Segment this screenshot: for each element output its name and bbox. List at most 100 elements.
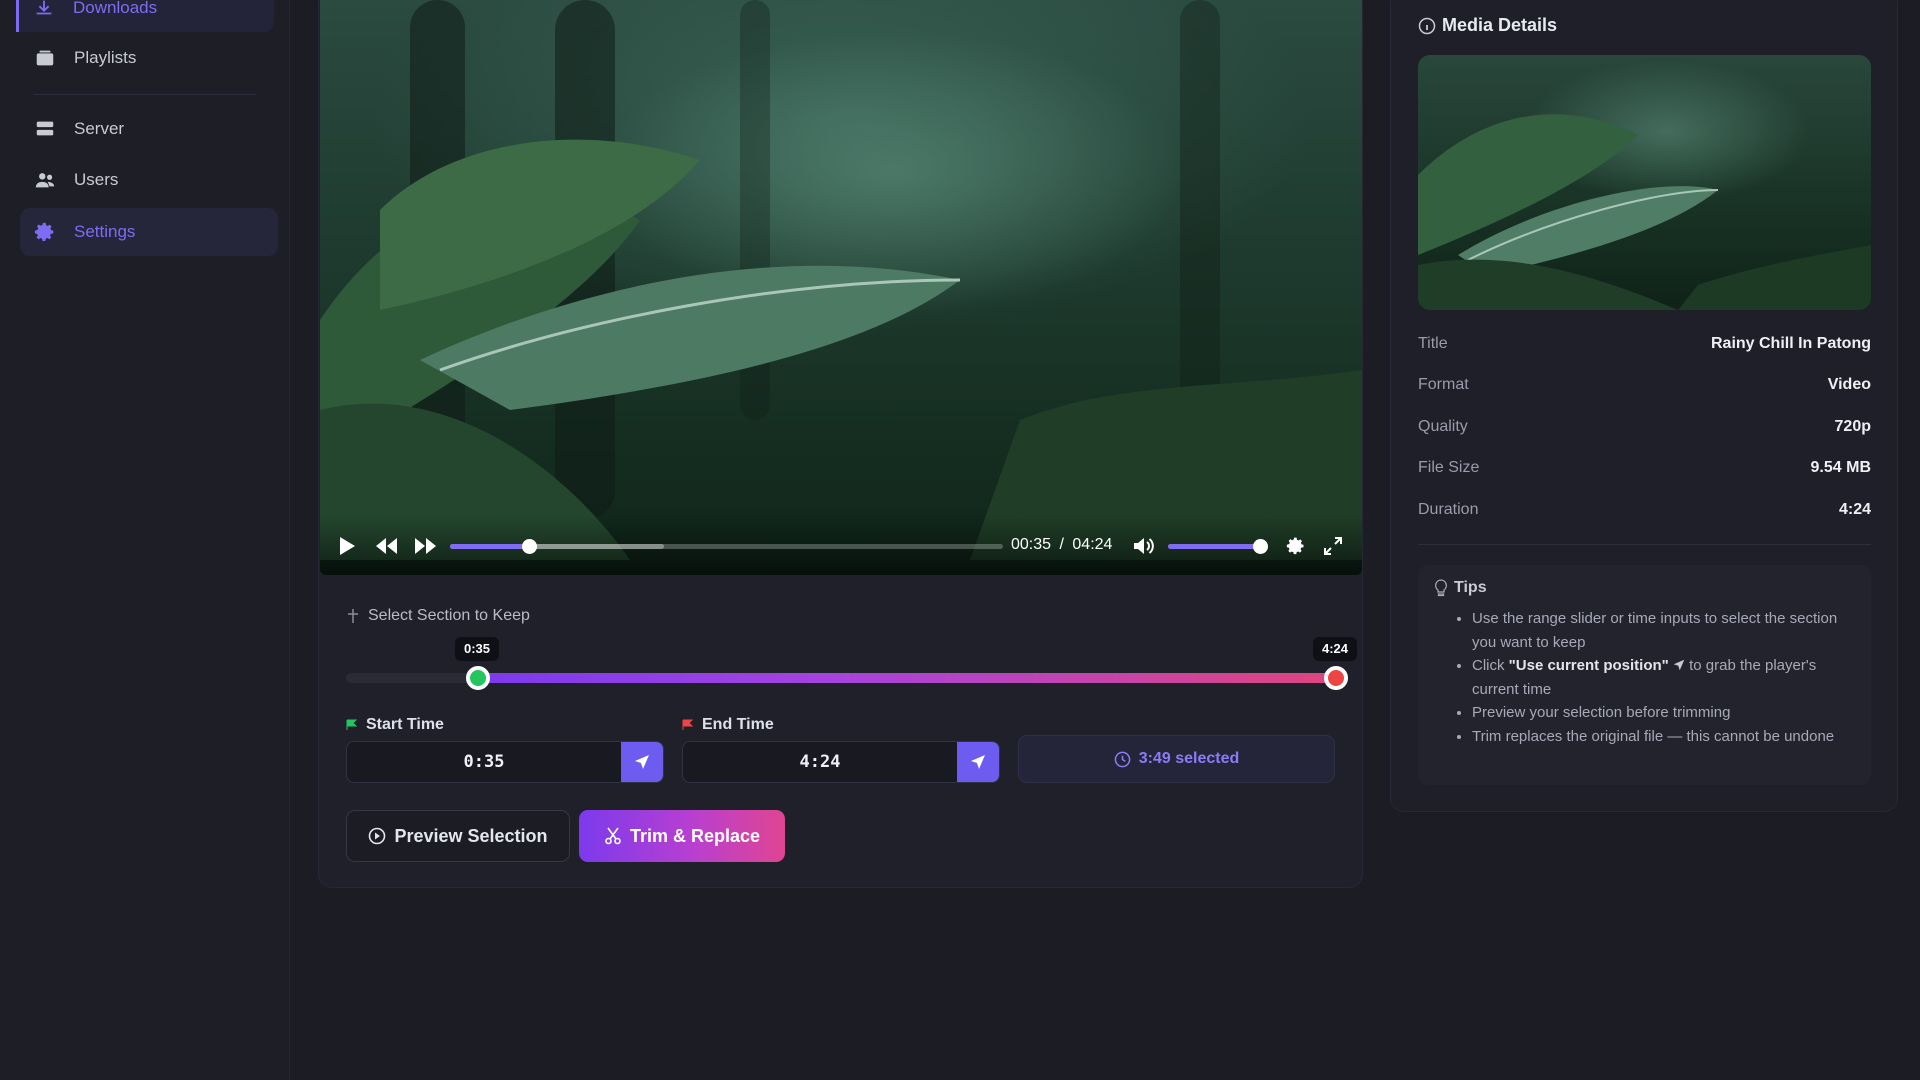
volume-icon[interactable] <box>1133 536 1155 556</box>
use-current-position-end-button[interactable] <box>957 742 999 782</box>
sidebar-item-playlists[interactable]: Playlists <box>20 34 278 82</box>
video-frame[interactable] <box>320 0 1362 575</box>
fullscreen-icon[interactable] <box>1323 536 1343 556</box>
tip-highlight: "Use current position" <box>1508 657 1669 674</box>
flag-icon <box>346 719 358 730</box>
sidebar-item-label: Server <box>74 119 125 138</box>
sidebar-item-settings[interactable]: Settings <box>20 208 278 256</box>
range-start-handle[interactable] <box>466 666 490 690</box>
app-root: Downloads Playlists Server Users Setting… <box>0 0 1920 1080</box>
meta-row-quality: Quality 720p <box>1418 418 1871 436</box>
selected-duration-badge: 3:49 selected <box>1018 735 1335 783</box>
media-thumbnail <box>1418 55 1871 310</box>
crop-icon <box>348 609 358 623</box>
thumbnail-leaf-illustration <box>1418 114 1871 310</box>
start-time-label: Start Time <box>346 716 444 734</box>
volume-handle[interactable] <box>1253 539 1268 554</box>
meta-divider <box>1418 544 1871 545</box>
tip-item: Use the range slider or time inputs to s… <box>1472 607 1855 654</box>
volume-level <box>1168 544 1260 549</box>
meta-row-duration: Duration 4:24 <box>1418 501 1871 519</box>
total-time: 04:24 <box>1072 536 1113 553</box>
start-time-label-text: Start Time <box>366 716 444 733</box>
end-time-group <box>682 741 1000 783</box>
location-arrow-icon <box>635 755 649 769</box>
meta-value: 720p <box>1834 418 1871 435</box>
flag-icon <box>682 719 694 730</box>
tip-text: Click <box>1472 657 1509 674</box>
sidebar-item-users[interactable]: Users <box>20 156 278 204</box>
tips-card: Tips Use the range slider or time inputs… <box>1418 565 1871 785</box>
tips-title: Tips <box>1434 579 1855 597</box>
meta-row-title: Title Rainy Chill In Patong <box>1418 335 1871 353</box>
section-title-text: Select Section to Keep <box>368 607 530 624</box>
server-icon <box>36 121 54 136</box>
playlist-icon <box>36 50 54 66</box>
meta-value: Video <box>1827 376 1871 393</box>
download-icon <box>36 0 52 15</box>
start-time-group <box>346 741 664 783</box>
sidebar-divider <box>34 94 256 95</box>
scissors-icon <box>605 827 621 845</box>
tip-item: Preview your selection before trimming <box>1472 701 1855 725</box>
section-title: Select Section to Keep <box>346 607 530 625</box>
volume-slider[interactable] <box>1168 539 1268 554</box>
play-circle-icon <box>369 827 386 845</box>
media-details-title: Media Details <box>1418 15 1557 36</box>
seek-progress <box>450 544 528 549</box>
meta-key: Format <box>1418 376 1469 393</box>
preview-selection-button[interactable]: Preview Selection <box>346 810 570 862</box>
sidebar: Downloads Playlists Server Users Setting… <box>0 0 290 1080</box>
users-icon <box>35 173 55 188</box>
leaf-illustration <box>320 139 1362 560</box>
end-time-label-text: End Time <box>702 716 774 733</box>
meta-value: Rainy Chill In Patong <box>1710 335 1871 352</box>
sidebar-item-label: Playlists <box>74 48 137 67</box>
preview-selection-label: Preview Selection <box>394 825 548 846</box>
gear-icon[interactable] <box>1286 536 1306 556</box>
meta-key: File Size <box>1418 459 1480 476</box>
location-arrow-icon <box>971 755 985 769</box>
clock-icon <box>1114 751 1131 767</box>
selected-duration-text: 3:49 selected <box>1138 750 1240 767</box>
trim-replace-button[interactable]: Trim & Replace <box>579 810 785 862</box>
seek-handle[interactable] <box>522 539 537 554</box>
trim-replace-label: Trim & Replace <box>629 825 761 846</box>
sidebar-item-downloads[interactable]: Downloads <box>16 0 274 32</box>
lightbulb-icon <box>1435 579 1447 597</box>
meta-row-file-size: File Size 9.54 MB <box>1418 459 1871 477</box>
use-current-position-start-button[interactable] <box>621 742 663 782</box>
meta-row-format: Format Video <box>1418 376 1871 394</box>
tips-list: Use the range slider or time inputs to s… <box>1434 607 1855 748</box>
tip-item: Trim replaces the original file — this c… <box>1472 725 1855 749</box>
sidebar-item-label: Downloads <box>73 0 158 17</box>
meta-key: Duration <box>1418 501 1479 518</box>
fast-forward-icon[interactable] <box>413 536 437 556</box>
start-time-input[interactable] <box>347 742 621 782</box>
time-separator: / <box>1059 536 1064 553</box>
sidebar-item-label: Settings <box>74 222 136 241</box>
time-readout: 00:35 / 04:24 <box>1011 536 1112 554</box>
gear-icon <box>34 222 54 241</box>
meta-value: 4:24 <box>1838 501 1871 518</box>
range-end-handle[interactable] <box>1324 666 1348 690</box>
start-time-bubble: 0:35 <box>455 637 500 661</box>
seek-bar[interactable] <box>450 539 1003 554</box>
end-time-input[interactable] <box>683 742 957 782</box>
rewind-icon[interactable] <box>375 536 399 556</box>
range-selection <box>478 673 1336 683</box>
info-icon <box>1418 17 1436 34</box>
tips-title-text: Tips <box>1454 579 1487 596</box>
meta-value: 9.54 MB <box>1810 459 1871 476</box>
media-details-title-text: Media Details <box>1442 15 1558 35</box>
play-icon[interactable] <box>337 536 357 556</box>
current-time: 00:35 <box>1011 536 1052 553</box>
meta-key: Quality <box>1418 418 1468 435</box>
meta-key: Title <box>1418 335 1448 352</box>
sidebar-item-label: Users <box>74 170 119 189</box>
tip-item: Click "Use current position" to grab the… <box>1472 654 1855 701</box>
end-time-bubble: 4:24 <box>1313 637 1358 661</box>
sidebar-item-server[interactable]: Server <box>20 105 278 153</box>
end-time-label: End Time <box>682 716 774 734</box>
location-arrow-icon <box>1673 659 1685 671</box>
